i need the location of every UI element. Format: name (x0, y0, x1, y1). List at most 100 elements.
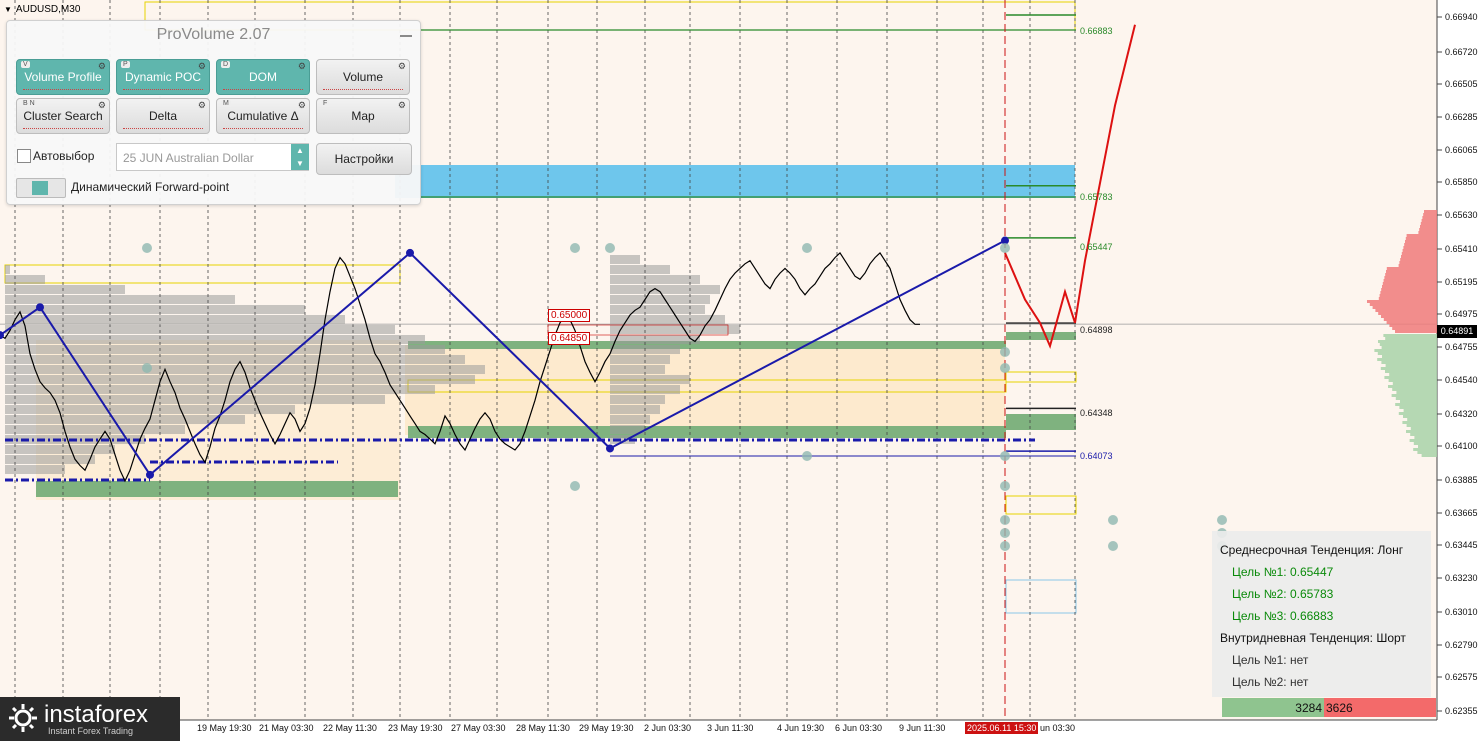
buy-depth-bar (1385, 337, 1437, 340)
price-tick: 0.64100 (1445, 441, 1478, 451)
dom-button[interactable]: D ⚙ DOM (216, 59, 310, 95)
marker-dot (1000, 481, 1010, 491)
symbol-label[interactable]: ▼ AUDUSD,M30 (4, 4, 80, 15)
buy-depth-bar (1391, 394, 1437, 397)
profile-bar (5, 285, 125, 294)
buy-depth-bar (1417, 451, 1437, 454)
buy-depth-bar (1381, 361, 1437, 364)
buy-depth-bar (1407, 418, 1437, 421)
provolume-panel: ProVolume 2.07 V ⚙ Volume Profile P ⚙ Dy… (6, 20, 421, 205)
sell-depth-bar (1378, 312, 1437, 315)
dynamic-poc-button[interactable]: P ⚙ Dynamic POC (116, 59, 210, 95)
sell-depth-bar (1399, 261, 1437, 264)
settings-button[interactable]: Настройки (316, 143, 412, 175)
marker-dot (1000, 451, 1010, 461)
logo-name: instaforex (44, 701, 149, 728)
buy-depth-bar (1388, 379, 1437, 382)
buy-depth-bar (1409, 439, 1437, 442)
buy-depth-bar (1414, 436, 1437, 439)
level-label-target-3: 0.66883 (1080, 26, 1113, 36)
buy-depth-bar (1418, 445, 1437, 448)
marker-dot (1217, 515, 1227, 525)
time-tick: 2 Jun 03:30 (644, 723, 692, 733)
buy-depth-bar (1403, 415, 1437, 418)
button-indicator (23, 87, 103, 90)
time-tick: 6 Jun 03:30 (835, 723, 883, 733)
sell-depth-bar (1386, 267, 1437, 270)
marker-dot (1000, 541, 1010, 551)
volume-button[interactable]: ⚙ Volume (316, 59, 410, 95)
price-tick: 0.66065 (1445, 145, 1478, 155)
gear-icon[interactable]: ⚙ (198, 61, 206, 72)
hotkey-label: D (221, 61, 231, 68)
zigzag-point (36, 303, 44, 312)
price-tick: 0.62575 (1445, 672, 1478, 682)
level-label-pivot: 0.64898 (1080, 325, 1113, 335)
toggle-knob (32, 181, 48, 195)
time-tick: 23 May 19:30 (388, 723, 443, 733)
profile-bar (610, 295, 710, 304)
gear-icon[interactable]: ⚙ (98, 61, 106, 72)
symbol-text: AUDUSD,M30 (15, 4, 81, 15)
support-zone (36, 481, 398, 497)
buy-depth-bar (1395, 397, 1437, 400)
price-tick: 0.66505 (1445, 79, 1478, 89)
cumulative-delta-button[interactable]: M ⚙ Cumulative Δ (216, 98, 310, 134)
instrument-spinner[interactable]: ▲ ▼ (291, 144, 309, 170)
profile-bar (610, 395, 665, 404)
gear-icon[interactable]: ⚙ (298, 61, 306, 72)
buy-depth-bar (1406, 424, 1437, 427)
gear-icon[interactable]: ⚙ (98, 100, 106, 111)
gear-icon[interactable]: ⚙ (398, 100, 406, 111)
autoselect-label: Автовыбор (33, 149, 95, 163)
buy-depth-bar (1379, 343, 1437, 346)
profile-bar (610, 255, 640, 264)
chevron-down-icon[interactable]: ▼ (296, 159, 304, 168)
cluster-search-button[interactable]: B N ⚙ Cluster Search (16, 98, 110, 134)
sell-depth-bar (1383, 279, 1437, 282)
sell-depth-bar (1406, 234, 1437, 237)
marker-dot (1000, 528, 1010, 538)
instrument-select[interactable]: 25 JUN Australian Dollar (116, 143, 309, 171)
time-tick: 9 Jun 11:30 (899, 723, 946, 733)
buy-depth-bar (1413, 448, 1437, 451)
map-button[interactable]: F ⚙ Map (316, 98, 410, 134)
buy-depth-bar (1400, 400, 1437, 403)
profile-bar (610, 275, 700, 284)
buy-depth-bar (1388, 385, 1437, 388)
forward-point-toggle[interactable] (16, 178, 66, 198)
buy-depth-bar (1396, 391, 1437, 394)
sell-depth-bar (1405, 237, 1437, 240)
sell-depth-bar (1422, 216, 1437, 219)
gear-icon[interactable]: ⚙ (398, 61, 406, 72)
sell-depth-bar (1384, 276, 1437, 279)
sell-depth-bar (1401, 255, 1437, 258)
profile-bar (5, 395, 385, 404)
buy-depth-bar (1410, 433, 1437, 436)
buy-depth-bar (1392, 388, 1437, 391)
buy-depth-bar (1398, 412, 1437, 415)
sell-depth-bar (1403, 246, 1437, 249)
gear-icon[interactable]: ⚙ (198, 100, 206, 111)
delta-button[interactable]: ⚙ Delta (116, 98, 210, 134)
sell-volume-bar: 3626 (1324, 698, 1436, 717)
buy-depth-bar (1378, 340, 1437, 343)
gear-icon[interactable]: ⚙ (298, 100, 306, 111)
sell-depth-bar (1424, 210, 1437, 213)
box-label-lower: 0.64850 (548, 332, 591, 345)
symbol-dropdown-icon[interactable]: ▼ (4, 5, 12, 14)
profile-bar (5, 315, 345, 324)
button-label: Map (351, 109, 375, 123)
profile-bar (610, 365, 665, 374)
marker-dot (802, 451, 812, 461)
volume-profile-button[interactable]: V ⚙ Volume Profile (16, 59, 110, 95)
chevron-up-icon[interactable]: ▲ (296, 146, 304, 155)
minimize-icon[interactable] (400, 35, 412, 37)
sell-depth-bar (1378, 297, 1437, 300)
time-tick: 29 May 19:30 (579, 723, 634, 733)
profile-bar (610, 375, 690, 384)
intraday-trend-title: Внутридневная Тенденция: Шорт (1220, 631, 1406, 645)
sell-depth-bar (1375, 309, 1437, 312)
sell-depth-bar (1372, 306, 1437, 309)
autoselect-checkbox[interactable] (17, 149, 31, 163)
